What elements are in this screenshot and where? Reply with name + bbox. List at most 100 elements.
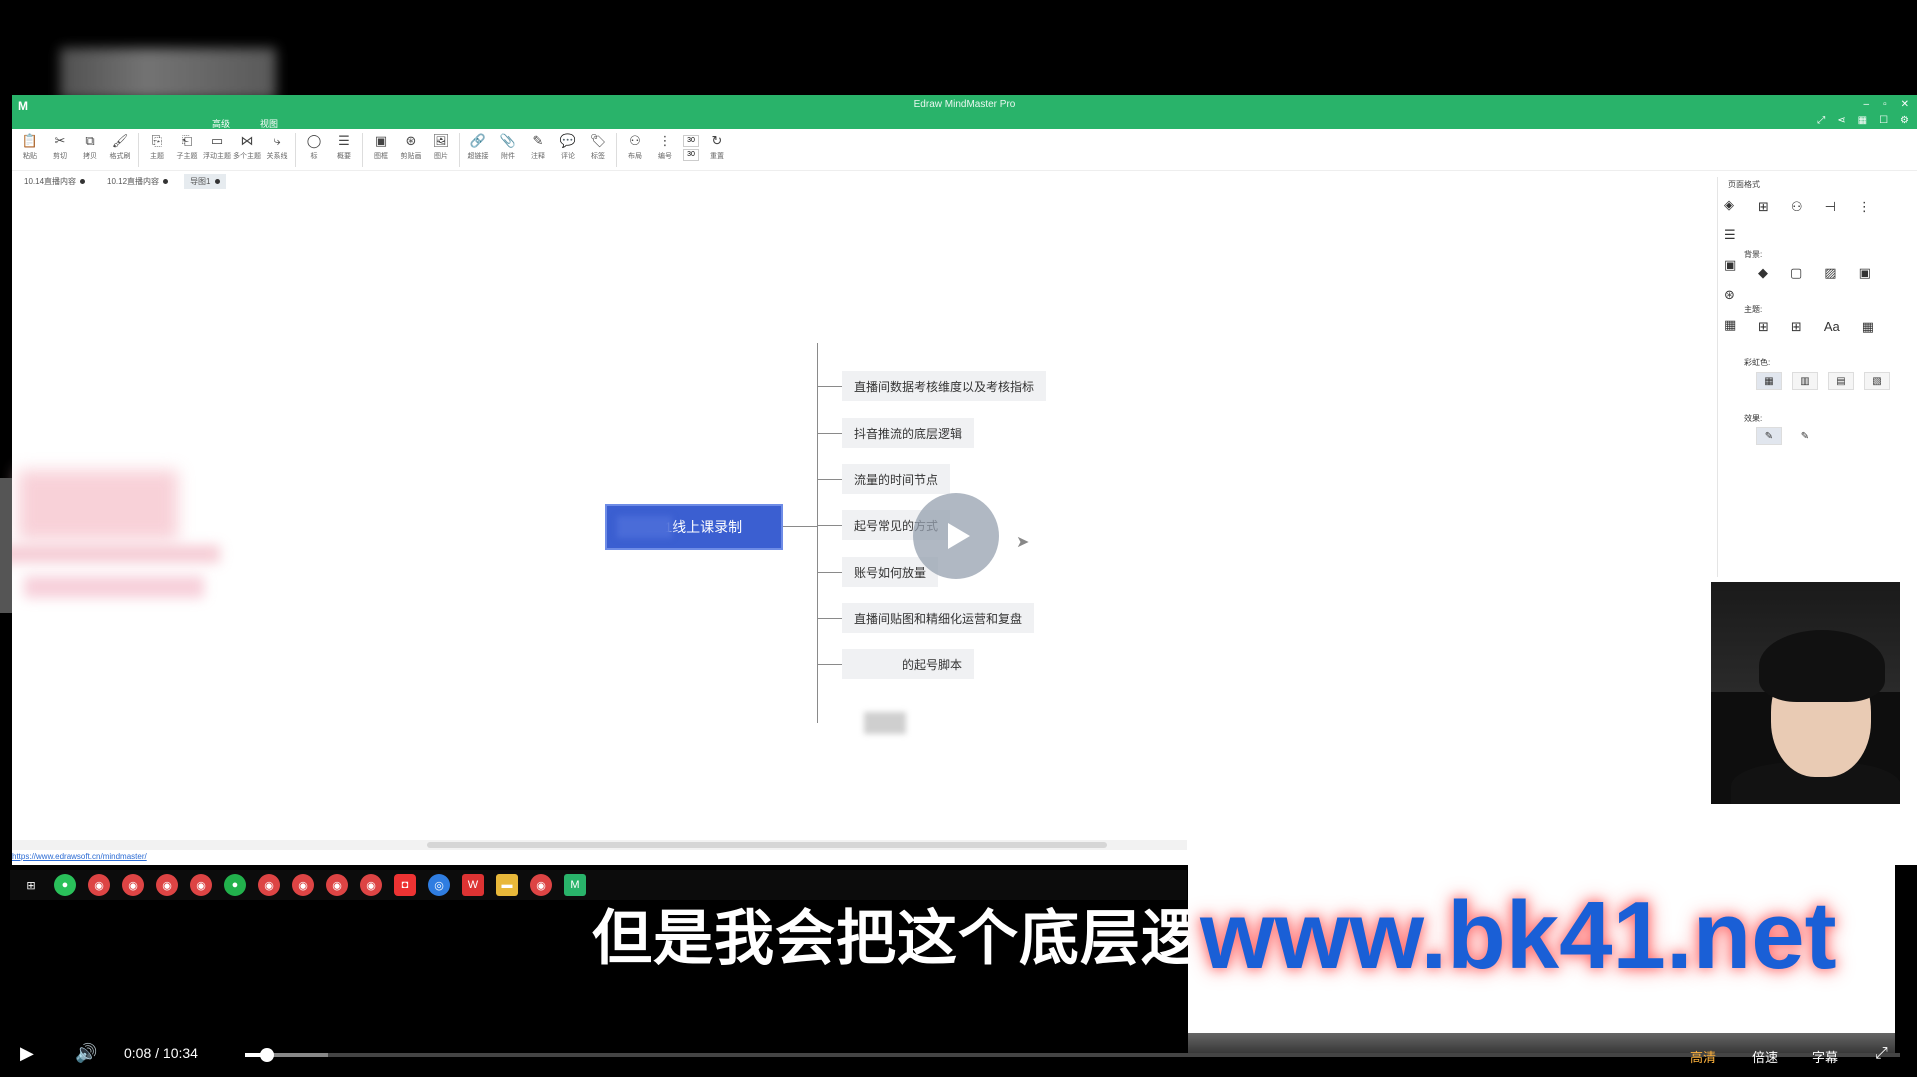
image-icon[interactable]: ▣ (1724, 257, 1736, 273)
ribbon-button[interactable]: 🏷 标签 (586, 133, 610, 161)
effect-option[interactable]: ✎ (1792, 427, 1818, 445)
chrome-icon[interactable]: ◉ (530, 874, 552, 896)
minimize-button[interactable]: – (1864, 99, 1870, 110)
play-overlay-button[interactable] (913, 493, 999, 579)
chrome-icon[interactable]: ◉ (292, 874, 314, 896)
chrome-icon[interactable]: ◉ (258, 874, 280, 896)
subtopic[interactable]: 直播间贴图和精细化运营和复盘 (842, 603, 1035, 633)
theme-icon[interactable]: ⊞ (1758, 319, 1769, 335)
rainbow-option[interactable]: ▥ (1792, 372, 1818, 390)
wps-icon[interactable]: W (462, 874, 484, 896)
subtopic[interactable]: 流量的时间节点 (842, 464, 951, 494)
mindmap-canvas[interactable]: 11.1线上课录制 直播间数据考核维度以及考核指标 抖音推流的底层逻辑 流量的时间节… (12, 191, 1717, 841)
settings-icon[interactable]: ⚙ (1900, 115, 1909, 126)
ribbon-button[interactable]: ▭ 浮动主题 (203, 133, 231, 161)
fill-icon[interactable]: ◆ (1758, 265, 1768, 281)
mindmaster-icon[interactable]: M (564, 874, 586, 896)
close-button[interactable]: ✕ (1901, 99, 1909, 110)
page-format-icon[interactable]: ◈ (1724, 197, 1736, 213)
progress-bar[interactable] (245, 1048, 1900, 1062)
horizontal-scrollbar[interactable] (12, 840, 1187, 850)
chrome-icon[interactable]: ◉ (190, 874, 212, 896)
tab-document-active[interactable]: 导图1 (184, 173, 226, 189)
chrome-icon[interactable]: ◉ (326, 874, 348, 896)
structure-icon[interactable]: ⚇ (1791, 199, 1803, 215)
chrome-icon[interactable]: ◉ (88, 874, 110, 896)
ribbon-button[interactable]: 🖼 图片 (429, 133, 453, 161)
font-icon[interactable]: Aa (1824, 319, 1840, 335)
subtopic[interactable]: 直播间数据考核维度以及考核指标 (842, 371, 1047, 401)
subtitles-button[interactable]: 字幕 (1812, 1047, 1838, 1066)
ribbon-button[interactable]: ✂ 剪切 (48, 133, 72, 161)
numbering-icon[interactable]: ⋮ (1858, 199, 1871, 215)
ribbon-button[interactable]: ▣ 图框 (369, 133, 393, 161)
chrome-icon[interactable]: ◉ (122, 874, 144, 896)
subtopic[interactable]: 的起号脚本 (842, 649, 975, 679)
calendar-icon[interactable]: ▦ (1724, 317, 1736, 333)
clipart-icon[interactable]: ⊛ (1724, 287, 1736, 303)
ribbon-button[interactable]: 📎 附件 (496, 133, 520, 161)
rainbow-option[interactable]: ▦ (1756, 372, 1782, 390)
chrome-icon[interactable]: ◉ (360, 874, 382, 896)
ribbon-button[interactable]: ⋮ 编号 (653, 133, 677, 161)
ribbon-icon: 🖼 (432, 133, 450, 148)
volume-icon[interactable]: 🔊 (75, 1043, 97, 1064)
layout-icon[interactable]: ⊞ (1758, 199, 1769, 215)
ribbon-button[interactable]: ⚇ 布局 (623, 133, 647, 161)
ribbon-button[interactable]: 📋 粘贴 (18, 133, 42, 161)
theme-style-icon[interactable]: ⊞ (1791, 319, 1802, 335)
ribbon-button[interactable]: ☰ 概要 (332, 133, 356, 161)
app-green-icon[interactable]: ● (224, 874, 246, 896)
subtopic[interactable]: 抖音推流的底层逻辑 (842, 418, 975, 448)
browser-icon[interactable]: ◎ (428, 874, 450, 896)
maximize-button[interactable]: ▫ (1883, 99, 1887, 110)
start-icon[interactable]: ⊞ (20, 874, 42, 896)
share-icon[interactable]: ⋖ (1837, 115, 1845, 126)
color-icon[interactable]: ▦ (1862, 319, 1874, 335)
list-icon[interactable]: ☰ (1724, 227, 1736, 243)
ribbon-button[interactable]: ⋈ 多个主题 (233, 133, 261, 161)
spacing-input[interactable]: 30 (683, 149, 699, 161)
play-button[interactable]: ▶ (20, 1043, 34, 1064)
rainbow-option[interactable]: ▧ (1864, 372, 1890, 390)
scrollbar-thumb[interactable] (427, 842, 1107, 848)
fullscreen-icon[interactable]: ⤢ (1817, 115, 1825, 126)
menu-advanced[interactable]: 高级 (212, 117, 230, 130)
bg-image-icon[interactable]: ▢ (1790, 265, 1802, 281)
status-url[interactable]: https://www.edrawsoft.cn/mindmaster/ (12, 852, 1187, 864)
ribbon-button[interactable]: ⧉ 拷贝 (78, 133, 102, 161)
wechat-icon[interactable]: ● (54, 874, 76, 896)
effect-option[interactable]: ✎ (1756, 427, 1782, 445)
apps-icon[interactable]: ▦ (1858, 115, 1867, 126)
ribbon-button[interactable]: ✎ 注释 (526, 133, 550, 161)
bg-frame-icon[interactable]: ▣ (1859, 265, 1871, 281)
tab-document[interactable]: 10.12直播内容 (101, 174, 174, 189)
menu-view[interactable]: 视图 (260, 117, 278, 130)
ribbon-icon: ⤷ (273, 133, 281, 148)
ribbon-button[interactable]: ◯ 标 (302, 133, 326, 161)
fullscreen-icon[interactable]: ⤢ (1875, 1045, 1888, 1063)
ribbon-label: 格式刷 (109, 153, 131, 160)
ribbon-button[interactable]: ↻ 重置 (705, 133, 729, 161)
ribbon-button[interactable]: ⤷ 关系线 (265, 133, 289, 161)
progress-knob[interactable] (259, 1048, 274, 1062)
rainbow-option[interactable]: ▤ (1828, 372, 1854, 390)
speed-button[interactable]: 倍速 (1752, 1047, 1778, 1066)
tab-document[interactable]: 10.14直播内容 (18, 174, 91, 189)
ribbon-button[interactable]: ⊛ 剪贴画 (399, 133, 423, 161)
app-red-icon[interactable]: ◘ (394, 874, 416, 896)
ribbon-button[interactable]: 🖌 格式刷 (108, 133, 132, 161)
connector-icon[interactable]: ⊣ (1825, 199, 1836, 215)
ribbon-button[interactable]: ⎘ 主题 (145, 133, 169, 161)
ribbon-button[interactable]: ⎗ 子主题 (175, 133, 199, 161)
ribbon-button[interactable]: 🔗 超链接 (466, 133, 490, 161)
window-icon[interactable]: ☐ (1879, 115, 1888, 126)
folder-icon[interactable]: ▬ (496, 874, 518, 896)
watermark-icon[interactable]: ▨ (1824, 265, 1836, 281)
quality-button[interactable]: 高清 (1690, 1047, 1716, 1066)
chrome-icon[interactable]: ◉ (156, 874, 178, 896)
menu-bar: 高级 视图 (212, 117, 278, 130)
ribbon-button[interactable]: 💬 评论 (556, 133, 580, 161)
spacing-input[interactable]: 30 (683, 135, 699, 147)
ribbon-label: 重置 (710, 153, 724, 160)
